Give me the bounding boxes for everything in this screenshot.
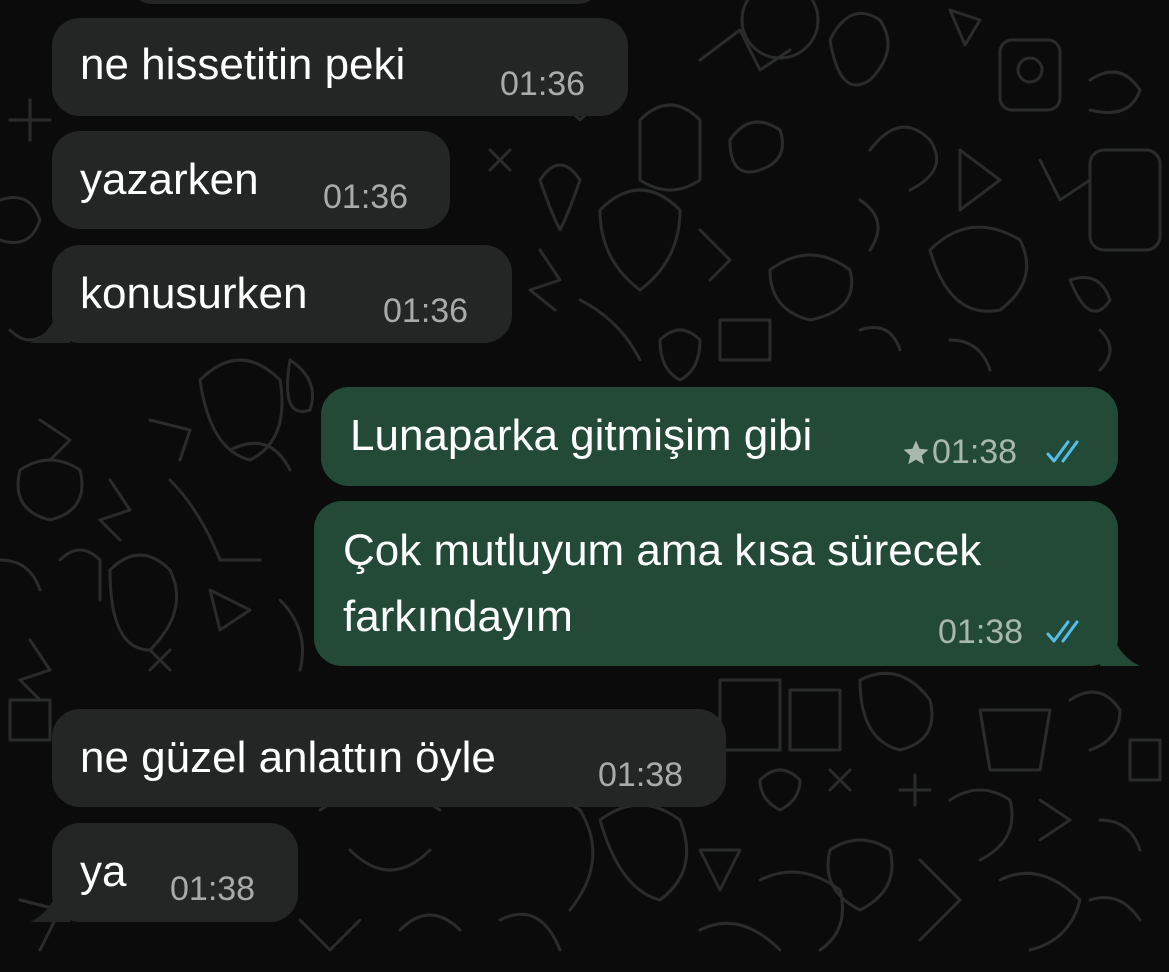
message-text: Lunaparka gitmişim gibi	[350, 411, 813, 460]
previous-message-bubble-edge	[130, 0, 600, 4]
message-time: 01:38	[170, 870, 256, 908]
incoming-message-bubble[interactable]: ya 01:38	[52, 823, 298, 922]
message-time: 01:36	[500, 65, 586, 103]
message-time: 01:38	[938, 613, 1024, 651]
message-text: yazarken	[80, 155, 259, 204]
message-text: konusurken	[80, 269, 308, 318]
message-text: ne hissetitin peki	[80, 40, 406, 89]
message-time: 01:38	[932, 433, 1018, 471]
message-text-line: farkındayım	[343, 592, 573, 641]
message-time: 01:38	[598, 756, 684, 794]
incoming-message-bubble[interactable]: yazarken 01:36	[52, 131, 450, 229]
message-text: ya	[80, 847, 127, 896]
message-text-line: Çok mutluyum ama kısa sürecek	[343, 526, 982, 575]
message-time: 01:36	[323, 178, 409, 216]
double-check-icon	[1046, 440, 1079, 463]
incoming-message-bubble[interactable]: ne hissetitin peki 01:36	[52, 18, 628, 116]
outgoing-message-bubble[interactable]: Lunaparka gitmişim gibi 01:38	[321, 387, 1118, 486]
message-text: ne güzel anlattın öyle	[80, 733, 496, 782]
message-time: 01:36	[383, 292, 469, 330]
incoming-message-bubble[interactable]: konusurken 01:36	[52, 245, 512, 343]
double-check-icon	[1046, 620, 1079, 643]
incoming-message-bubble[interactable]: ne güzel anlattın öyle 01:38	[52, 709, 726, 807]
star-icon	[903, 440, 929, 465]
outgoing-message-bubble[interactable]: Çok mutluyum ama kısa sürecek farkındayı…	[314, 501, 1118, 666]
